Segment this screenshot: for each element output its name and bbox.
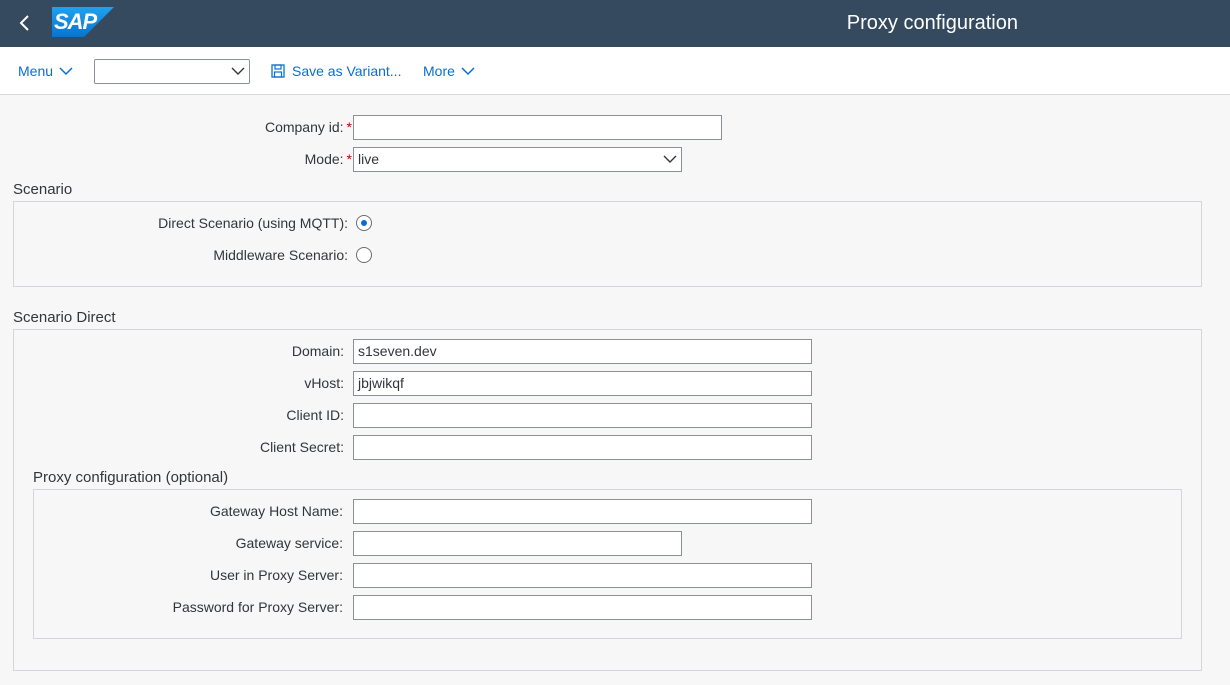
mode-select[interactable]: live [353,147,682,172]
proxy-user-label: User in Proxy Server: [209,567,343,583]
required-marker: * [346,151,352,167]
vhost-label: vHost: [304,375,344,391]
menu-button[interactable]: Menu [18,47,73,94]
client-id-label: Client ID: [286,407,344,423]
proxy-user-input[interactable] [353,563,812,588]
variant-value [95,63,99,79]
vhost-input[interactable]: jbjwikqf [353,371,812,396]
gateway-service-label: Gateway service: [235,535,343,551]
company-id-label: Company id: * [265,119,352,135]
mode-label: Mode: * [305,151,352,167]
mode-label-text: Mode: [304,151,344,167]
proxy-config-title: Proxy configuration (optional) [33,469,229,486]
gateway-host-input[interactable] [353,499,812,524]
chevron-down-icon [663,155,677,163]
variant-select[interactable] [94,59,250,84]
required-marker: * [346,119,352,135]
scenario-title: Scenario [13,181,73,198]
company-id-label-text: Company id: [264,119,344,135]
proxy-password-input[interactable] [353,595,812,620]
direct-scenario-radio[interactable] [356,215,372,231]
gateway-service-input[interactable] [353,531,682,556]
save-variant-label: Save as Variant... [292,62,402,79]
client-id-input[interactable] [353,403,812,428]
shell-bar: SAP Proxy configuration [0,0,1230,47]
middleware-scenario-label: Middleware Scenario: [213,247,348,263]
gateway-host-label: Gateway Host Name: [209,503,343,519]
page-title: Proxy configuration [846,12,1018,34]
chevron-down-icon [461,66,475,75]
scenario-group [13,201,1202,287]
client-secret-label: Client Secret: [259,439,344,455]
domain-input[interactable]: s1seven.dev [353,339,812,364]
chevron-down-icon [231,67,245,75]
middleware-scenario-radio[interactable] [356,247,372,263]
direct-scenario-label: Direct Scenario (using MQTT): [158,215,348,231]
menu-label: Menu [18,62,54,79]
domain-label: Domain: [291,343,344,359]
chevron-down-icon [59,66,73,75]
save-icon [271,63,285,78]
mode-value: live [358,151,380,167]
more-button[interactable]: More [423,47,475,94]
more-label: More [423,62,455,79]
scenario-direct-title: Scenario Direct [13,309,116,326]
client-secret-input[interactable] [353,435,812,460]
company-id-input[interactable] [353,115,722,140]
save-variant-button[interactable]: Save as Variant... [271,47,401,94]
proxy-password-label: Password for Proxy Server: [172,599,343,615]
